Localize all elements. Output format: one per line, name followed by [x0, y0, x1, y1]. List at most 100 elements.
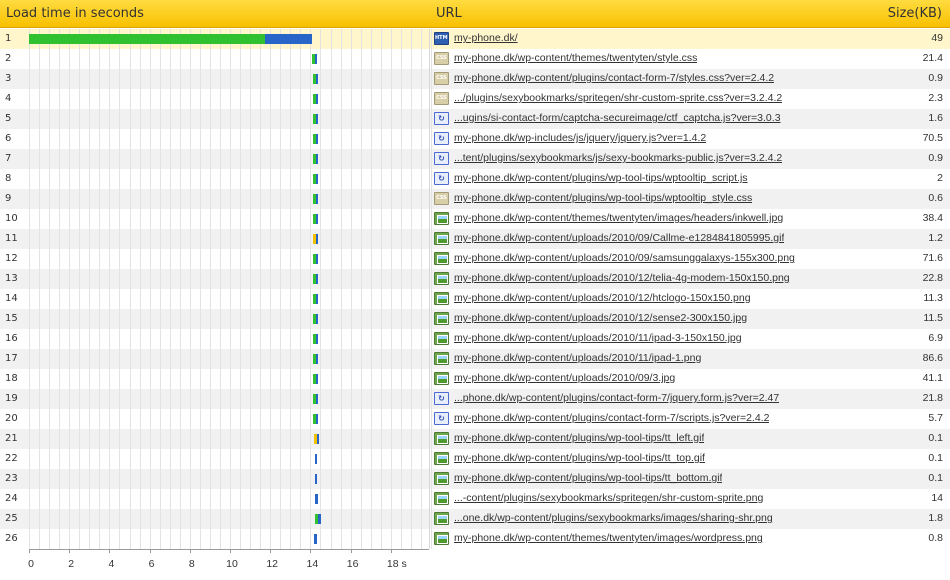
- request-url-link[interactable]: my-phone.dk/wp-content/plugins/contact-f…: [454, 412, 769, 424]
- request-size: 0.1: [928, 452, 943, 464]
- timing-bar: [315, 494, 319, 504]
- axis-tick-label: 8: [188, 558, 195, 570]
- request-url-link[interactable]: my-phone.dk/wp-includes/js/jquery/jquery…: [454, 132, 706, 144]
- css-file-icon: CSS: [434, 192, 449, 205]
- axis-tick: [390, 549, 392, 553]
- request-url-link[interactable]: ...one.dk/wp-content/plugins/sexybookmar…: [454, 512, 773, 524]
- download-segment: [315, 454, 318, 464]
- timing-bar: [313, 334, 319, 344]
- axis-tick: [270, 549, 272, 553]
- timing-bar: [312, 54, 318, 64]
- request-url-link[interactable]: my-phone.dk/wp-content/uploads/2010/12/t…: [454, 272, 790, 284]
- axis-tick-label: 12: [266, 558, 279, 570]
- axis-tick-label: 10: [226, 558, 238, 570]
- axis-tick: [149, 549, 151, 553]
- download-segment: [315, 494, 319, 504]
- request-size: 0.1: [928, 472, 943, 484]
- timing-bar: [313, 274, 319, 284]
- download-segment: [316, 194, 319, 204]
- request-url-link[interactable]: my-phone.dk/wp-content/uploads/2010/09/s…: [454, 252, 795, 264]
- timing-bar: [29, 34, 313, 44]
- request-url-link[interactable]: my-phone.dk/wp-content/uploads/2010/11/i…: [454, 352, 701, 364]
- download-segment: [316, 294, 319, 304]
- request-url-link[interactable]: my-phone.dk/wp-content/uploads/2010/09/3…: [454, 372, 675, 384]
- download-segment: [317, 434, 320, 444]
- request-url-link[interactable]: ...ugins/si-contact-form/captcha-securei…: [454, 112, 781, 124]
- request-size: 0.9: [928, 72, 943, 84]
- request-size: 2: [937, 172, 943, 184]
- timing-bar: [313, 374, 319, 384]
- css-file-icon: CSS: [434, 52, 449, 65]
- waterfall-header: Load time in seconds URL Size(KB): [0, 0, 950, 28]
- request-size: 41.1: [922, 372, 943, 384]
- request-size: 11.5: [923, 312, 943, 324]
- request-url-link[interactable]: my-phone.dk/wp-content/plugins/wp-tool-t…: [454, 432, 704, 444]
- download-segment: [316, 234, 319, 244]
- timing-bar: [314, 434, 320, 444]
- request-url-link[interactable]: ...phone.dk/wp-content/plugins/contact-f…: [454, 392, 779, 404]
- download-segment: [316, 374, 319, 384]
- img-file-icon: [434, 532, 449, 545]
- timing-bar: [313, 414, 319, 424]
- waterfall-bars: [0, 29, 430, 549]
- request-size: 6.9: [928, 332, 943, 344]
- download-segment: [316, 94, 319, 104]
- download-segment: [316, 254, 319, 264]
- request-url-link[interactable]: my-phone.dk/wp-content/plugins/wp-tool-t…: [454, 452, 705, 464]
- img-file-icon: [434, 472, 449, 485]
- axis-tick-label: 18 s: [386, 558, 407, 570]
- column-divider: [429, 29, 430, 549]
- request-url-link[interactable]: my-phone.dk/: [454, 32, 518, 44]
- timing-bar: [313, 94, 319, 104]
- timing-bar: [314, 534, 318, 544]
- request-url-link[interactable]: my-phone.dk/wp-content/uploads/2010/11/i…: [454, 332, 742, 344]
- timing-bar: [313, 74, 319, 84]
- img-file-icon: [434, 252, 449, 265]
- request-size: 71.6: [922, 252, 943, 264]
- request-size: 49: [931, 32, 943, 44]
- js-file-icon: ↻: [434, 152, 449, 165]
- timing-bar: [313, 254, 319, 264]
- img-file-icon: [434, 432, 449, 445]
- request-url-link[interactable]: my-phone.dk/wp-content/plugins/wp-tool-t…: [454, 192, 752, 204]
- request-size: 22.8: [922, 272, 943, 284]
- axis-tick-label: 2: [68, 558, 75, 570]
- timing-bar: [313, 354, 319, 364]
- timing-bar: [313, 194, 319, 204]
- img-file-icon: [434, 332, 449, 345]
- download-segment: [316, 114, 319, 124]
- request-url-link[interactable]: my-phone.dk/wp-content/plugins/contact-f…: [454, 72, 774, 84]
- request-url-link[interactable]: my-phone.dk/wp-content/plugins/wp-tool-t…: [454, 172, 748, 184]
- request-size: 11.3: [923, 292, 943, 304]
- html-file-icon: HTML: [434, 32, 449, 45]
- request-url-link[interactable]: .../plugins/sexybookmarks/spritegen/shr-…: [454, 92, 782, 104]
- download-segment: [318, 514, 322, 524]
- request-size: 1.8: [928, 512, 943, 524]
- request-url-link[interactable]: my-phone.dk/wp-content/uploads/2010/12/h…: [454, 292, 751, 304]
- axis-tick: [29, 549, 30, 553]
- axis-tick: [109, 549, 111, 553]
- request-url-link[interactable]: my-phone.dk/wp-content/uploads/2010/09/C…: [454, 232, 784, 244]
- axis-tick: [310, 549, 312, 553]
- request-url-link[interactable]: my-phone.dk/wp-content/themes/twentyten/…: [454, 52, 697, 64]
- request-size: 21.4: [922, 52, 943, 64]
- request-size: 86.6: [922, 352, 943, 364]
- request-url-link[interactable]: my-phone.dk/wp-content/uploads/2010/12/s…: [454, 312, 747, 324]
- download-segment: [316, 154, 319, 164]
- axis-tick-label: 14: [306, 558, 319, 570]
- request-url-link[interactable]: my-phone.dk/wp-content/themes/twentyten/…: [454, 532, 763, 544]
- css-file-icon: CSS: [434, 72, 449, 85]
- download-segment: [316, 274, 319, 284]
- img-file-icon: [434, 272, 449, 285]
- img-file-icon: [434, 512, 449, 525]
- load-time-heading: Load time in seconds: [6, 6, 144, 21]
- request-url-link[interactable]: my-phone.dk/wp-content/themes/twentyten/…: [454, 212, 783, 224]
- img-file-icon: [434, 452, 449, 465]
- request-size: 1.2: [928, 232, 943, 244]
- js-file-icon: ↻: [434, 172, 449, 185]
- request-url-link[interactable]: ...-content/plugins/sexybookmarks/sprite…: [454, 492, 763, 504]
- request-url-link[interactable]: my-phone.dk/wp-content/plugins/wp-tool-t…: [454, 472, 722, 484]
- axis-tick: [69, 549, 71, 553]
- request-url-link[interactable]: ...tent/plugins/sexybookmarks/js/sexy-bo…: [454, 152, 782, 164]
- axis-tick: [350, 549, 352, 553]
